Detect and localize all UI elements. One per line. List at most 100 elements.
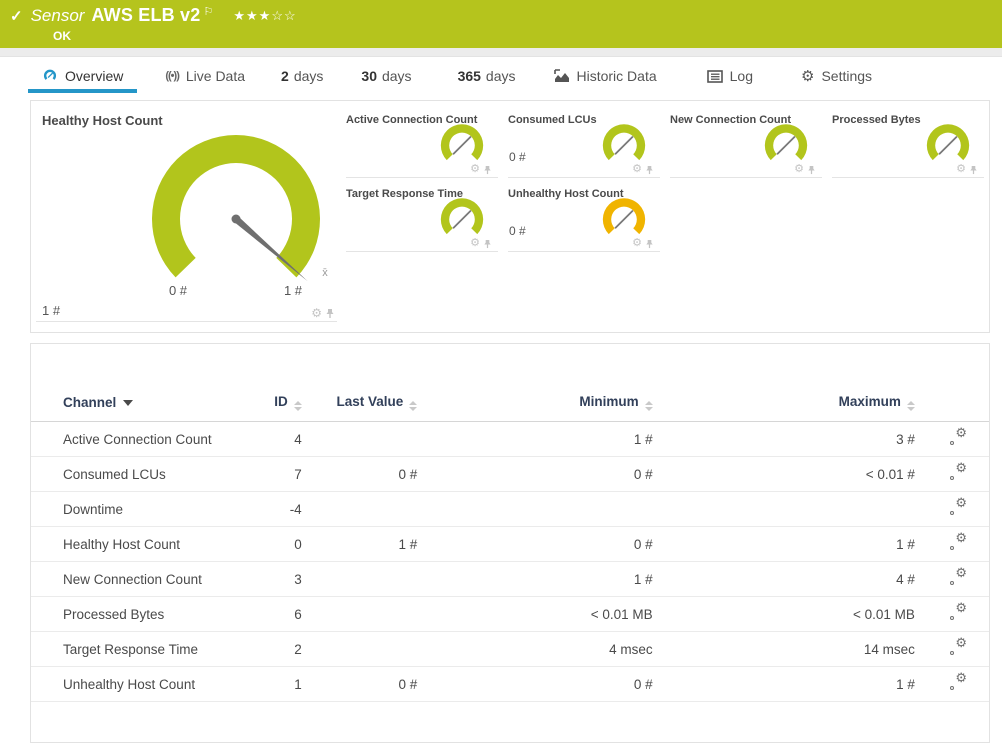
cell-actions: ⚙: [632, 238, 654, 249]
gauge-cell-consumed-lcus[interactable]: Consumed LCUs 0 # ⚙: [508, 112, 660, 178]
channel-settings-icon[interactable]: ⚙: [950, 601, 967, 620]
tab-overview[interactable]: Overview: [28, 57, 138, 95]
channel-settings-icon[interactable]: ⚙: [950, 461, 967, 480]
gauge-scale-min: 0 #: [169, 283, 188, 298]
tab-365-days[interactable]: 365 days: [458, 57, 516, 95]
channel-settings-icon[interactable]: ⚙: [950, 566, 967, 585]
channel-maximum: [660, 491, 923, 527]
channel-gear-icon[interactable]: ⚙: [470, 164, 480, 175]
cell-actions: ⚙: [311, 307, 335, 319]
gauge-cell-target-response-time[interactable]: Target Response Time ⚙: [346, 186, 498, 252]
tab-settings[interactable]: ⚙ Settings: [801, 57, 872, 95]
column-header-maximum[interactable]: Maximum: [660, 388, 923, 422]
channels-panel: Channel ID Last Value Minimum Maximum Ac…: [30, 343, 990, 743]
table-row[interactable]: Downtime -4 ⚙: [31, 491, 989, 527]
gauge-cell-new-connection-count[interactable]: New Connection Count ⚙: [670, 112, 822, 178]
primary-gauge-cell[interactable]: Healthy Host Count x̄ 0 # 1 # 1 # ⚙: [31, 101, 341, 332]
channel-name[interactable]: Downtime: [31, 491, 250, 527]
pin-icon[interactable]: [483, 239, 492, 249]
column-header-channel[interactable]: Channel: [31, 388, 250, 422]
table-row[interactable]: Consumed LCUs 7 0 # 0 # < 0.01 # ⚙: [31, 456, 989, 492]
tab-2-days-label: days: [293, 68, 324, 84]
tab-settings-label: Settings: [821, 68, 873, 84]
channel-maximum: < 0.01 MB: [660, 596, 923, 632]
tab-30-days[interactable]: 30 days: [361, 57, 411, 95]
channel-maximum: 4 #: [660, 561, 923, 597]
page-title: AWS ELB v2: [91, 5, 201, 25]
gauge-cell-unhealthy-host-count[interactable]: Unhealthy Host Count 0 # ⚙: [508, 186, 660, 252]
channel-gear-icon[interactable]: ⚙: [470, 238, 480, 249]
channel-gear-icon[interactable]: ⚙: [632, 164, 642, 175]
channel-minimum: 0 #: [425, 526, 661, 562]
pin-icon[interactable]: [483, 165, 492, 175]
table-row[interactable]: New Connection Count 3 1 # 4 # ⚙: [31, 561, 989, 597]
sort-icon: [409, 401, 418, 411]
column-header-actions: [922, 388, 989, 422]
channel-gear-icon[interactable]: ⚙: [311, 307, 322, 319]
column-header-minimum[interactable]: Minimum: [425, 388, 661, 422]
channel-name[interactable]: New Connection Count: [31, 561, 250, 597]
gauge-cell-active-connection-count[interactable]: Active Connection Count ⚙: [346, 112, 498, 178]
channel-last-value: 0 #: [309, 666, 426, 702]
channel-last-value: [309, 596, 426, 632]
gauge-icon: [43, 69, 57, 80]
pin-icon[interactable]: [645, 239, 654, 249]
column-header-last-value[interactable]: Last Value: [309, 388, 426, 422]
pin-icon[interactable]: [807, 165, 816, 175]
channel-gear-icon[interactable]: ⚙: [956, 164, 966, 175]
column-header-id[interactable]: ID: [249, 388, 310, 422]
status-check-icon: ✓: [10, 7, 23, 25]
flag-icon[interactable]: ⚐: [203, 5, 213, 18]
small-gauges-grid: Active Connection Count ⚙ Consumed LCUs …: [341, 101, 989, 332]
tab-log[interactable]: Log: [706, 57, 753, 95]
gauge-value: 0 #: [509, 224, 526, 238]
channel-settings-icon[interactable]: ⚙: [950, 531, 967, 550]
priority-stars[interactable]: ★★★☆☆: [233, 8, 296, 24]
channel-maximum: 14 msec: [660, 631, 923, 667]
tab-live-data[interactable]: ((•)) Live Data: [165, 57, 245, 95]
pin-icon[interactable]: [645, 165, 654, 175]
channel-settings-icon[interactable]: ⚙: [950, 636, 967, 655]
stars-empty: ☆☆: [271, 7, 297, 23]
tab-historic-data[interactable]: Historic Data: [553, 57, 657, 95]
table-row[interactable]: Target Response Time 2 4 msec 14 msec ⚙: [31, 631, 989, 667]
channel-name[interactable]: Processed Bytes: [31, 596, 250, 632]
sort-desc-icon: [123, 400, 134, 406]
channel-settings-icon[interactable]: ⚙: [950, 496, 967, 515]
pin-icon[interactable]: [969, 165, 978, 175]
sensor-header: ✓ Sensor AWS ELB v2 ⚐ ★★★☆☆ OK: [0, 0, 1002, 48]
channel-last-value: [309, 561, 426, 597]
channel-name[interactable]: Consumed LCUs: [31, 456, 250, 492]
channel-settings-icon[interactable]: ⚙: [950, 426, 967, 445]
tab-live-data-label: Live Data: [185, 68, 246, 84]
channel-id: 6: [249, 596, 310, 632]
channel-last-value: 1 #: [309, 526, 426, 562]
table-row[interactable]: Unhealthy Host Count 1 0 # 0 # 1 # ⚙: [31, 666, 989, 702]
table-row[interactable]: Processed Bytes 6 < 0.01 MB < 0.01 MB ⚙: [31, 596, 989, 632]
channel-name[interactable]: Target Response Time: [31, 631, 250, 667]
cell-actions: ⚙: [794, 164, 816, 175]
tab-30-days-label: days: [381, 68, 412, 84]
tab-2-days[interactable]: 2 days: [281, 57, 323, 95]
channel-name[interactable]: Unhealthy Host Count: [31, 666, 250, 702]
tab-log-label: Log: [729, 68, 753, 84]
table-row[interactable]: Healthy Host Count 0 1 # 0 # 1 # ⚙: [31, 526, 989, 562]
status-badge: OK: [53, 29, 71, 43]
channel-id: 4: [249, 421, 310, 457]
channel-gear-icon[interactable]: ⚙: [794, 164, 804, 175]
channel-maximum: 1 #: [660, 666, 923, 702]
gauge-scale-max: 1 #: [284, 283, 303, 298]
channel-settings-icon[interactable]: ⚙: [950, 671, 967, 690]
broadcast-icon: ((•)): [165, 70, 179, 82]
gauge-cell-processed-bytes[interactable]: Processed Bytes ⚙: [832, 112, 984, 178]
pin-icon[interactable]: [325, 308, 335, 319]
table-row[interactable]: Active Connection Count 4 1 # 3 # ⚙: [31, 421, 989, 457]
channel-minimum: [425, 491, 661, 527]
cell-actions: ⚙: [470, 238, 492, 249]
channel-gear-icon[interactable]: ⚙: [632, 238, 642, 249]
gauges-panel: Healthy Host Count x̄ 0 # 1 # 1 # ⚙ Acti…: [30, 100, 990, 333]
channel-name[interactable]: Healthy Host Count: [31, 526, 250, 562]
channel-minimum: < 0.01 MB: [425, 596, 661, 632]
channel-name[interactable]: Active Connection Count: [31, 421, 250, 457]
column-header-id-label: ID: [274, 394, 288, 409]
